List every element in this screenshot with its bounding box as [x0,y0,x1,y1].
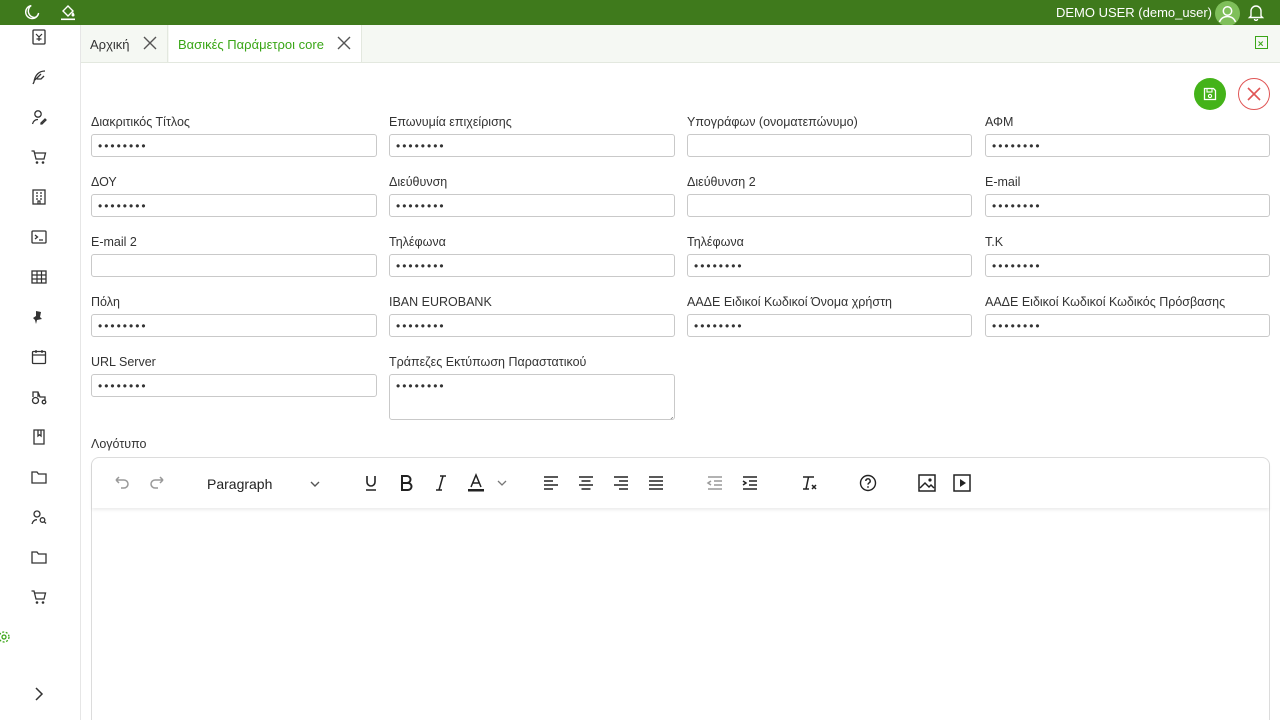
city-input[interactable]: •••••••• [91,314,377,337]
tab-home[interactable]: Αρχική [81,25,168,62]
editor-toolbar: Paragraph [92,458,1269,508]
close-all-tabs-icon[interactable] [1255,36,1268,49]
field-label: Τηλέφωνα [687,235,744,249]
field-label: ΑΑΔΕ Ειδικοί Κωδικοί Κωδικός Πρόσβασης [985,295,1226,309]
save-button[interactable] [1194,78,1226,110]
paint-bucket-icon[interactable] [59,3,77,21]
rich-text-editor[interactable]: Paragraph [91,457,1270,720]
address-2-input[interactable] [687,194,972,217]
resize-handle-icon[interactable] [667,412,674,419]
pin-icon[interactable] [30,308,48,326]
field-label: ΑΦΜ [985,115,1014,129]
field-label: Πόλη [91,295,120,309]
folder-icon[interactable] [30,548,48,566]
clear-formatting-icon[interactable] [799,473,819,493]
avatar-icon[interactable] [1215,1,1240,26]
close-button[interactable] [1238,78,1270,110]
align-left-icon[interactable] [541,473,561,493]
field-label: Διεύθυνση [389,175,448,189]
text-color-icon[interactable] [466,473,486,493]
sidebar [0,25,81,720]
field-label: Τ.Κ [985,235,1004,249]
terminal-icon[interactable] [30,228,48,246]
aade-username-input[interactable]: •••••••• [687,314,972,337]
signatory-input[interactable] [687,134,972,157]
chevron-right-icon[interactable] [30,685,48,703]
tab-core-parameters[interactable]: Βασικές Παράμετροι core [169,25,362,62]
outdent-icon[interactable] [705,473,725,493]
feather-icon[interactable] [30,68,48,86]
field-label: ΑΑΔΕ Ειδικοί Κωδικοί Όνομα χρήστη [687,295,892,309]
gear-icon[interactable] [0,629,12,645]
field-label: URL Server [91,355,156,369]
italic-icon[interactable] [431,473,451,493]
email-2-input[interactable] [91,254,377,277]
field-label: ΔΟΥ [91,175,117,189]
help-icon[interactable] [858,473,878,493]
undo-icon[interactable] [112,473,132,493]
field-label: Τράπεζες Εκτύπωση Παραστατικού [389,355,587,369]
phones-input[interactable]: •••••••• [389,254,675,277]
chevron-down-icon[interactable] [492,473,512,493]
image-icon[interactable] [917,473,937,493]
bell-icon[interactable] [1247,3,1265,22]
logo-label: Λογότυπο [91,437,147,451]
chevron-down-icon [309,477,321,489]
field-label: Διεύθυνση 2 [687,175,756,189]
folder-icon[interactable] [30,468,48,486]
align-center-icon[interactable] [576,473,596,493]
tractor-icon[interactable] [30,388,48,406]
address-input[interactable]: •••••••• [389,194,675,217]
user-edit-icon[interactable] [30,108,48,126]
postal-code-input[interactable]: •••••••• [985,254,1270,277]
phones-2-input[interactable]: •••••••• [687,254,972,277]
building-icon[interactable] [30,188,48,206]
tab-label: Βασικές Παράμετροι core [178,37,324,52]
close-icon [1247,87,1261,101]
bold-icon[interactable] [396,473,416,493]
save-icon [1202,86,1218,102]
field-label: Τηλέφωνα [389,235,446,249]
aade-password-input[interactable]: •••••••• [985,314,1270,337]
banks-print-textarea[interactable]: •••••••• [389,374,675,420]
tab-label: Αρχική [90,37,130,52]
calculator-icon[interactable] [30,28,48,46]
field-label: Υπογράφων (ονοματεπώνυμο) [687,115,858,129]
field-label: Διακριτικός Τίτλος [91,115,190,129]
vat-number-input[interactable]: •••••••• [985,134,1270,157]
tax-office-input[interactable]: •••••••• [91,194,377,217]
underline-icon[interactable] [361,473,381,493]
indent-icon[interactable] [740,473,760,493]
block-format-value: Paragraph [207,476,273,492]
field-label: E-mail [985,175,1021,189]
close-icon[interactable] [337,36,351,50]
field-label: E-mail 2 [91,235,137,249]
align-justify-icon[interactable] [646,473,666,493]
cart-icon[interactable] [30,148,48,166]
align-right-icon[interactable] [611,473,631,493]
textarea-value: •••••••• [396,379,446,393]
book-icon[interactable] [30,428,48,446]
close-icon[interactable] [143,36,157,50]
calendar-icon[interactable] [30,348,48,366]
media-icon[interactable] [952,473,972,493]
user-search-icon[interactable] [30,508,48,526]
table-icon[interactable] [30,268,48,286]
url-server-input[interactable]: •••••••• [91,374,377,397]
top-bar: DEMO USER (demo_user) [0,0,1280,26]
iban-input[interactable]: •••••••• [389,314,675,337]
tab-bar: Αρχική Βασικές Παράμετροι core [81,25,1280,63]
user-name[interactable]: DEMO USER (demo_user) [1056,5,1212,20]
field-label: IBAN EUROBANK [389,295,492,309]
email-input[interactable]: •••••••• [985,194,1270,217]
moon-icon[interactable] [23,3,41,21]
cart-icon[interactable] [30,588,48,606]
block-format-select[interactable]: Paragraph [199,469,329,497]
redo-icon[interactable] [147,473,167,493]
editor-content-area[interactable] [92,508,1269,720]
company-name-input[interactable]: •••••••• [389,134,675,157]
distinctive-title-input[interactable]: •••••••• [91,134,377,157]
field-label: Επωνυμία επιχείρισης [389,115,512,129]
